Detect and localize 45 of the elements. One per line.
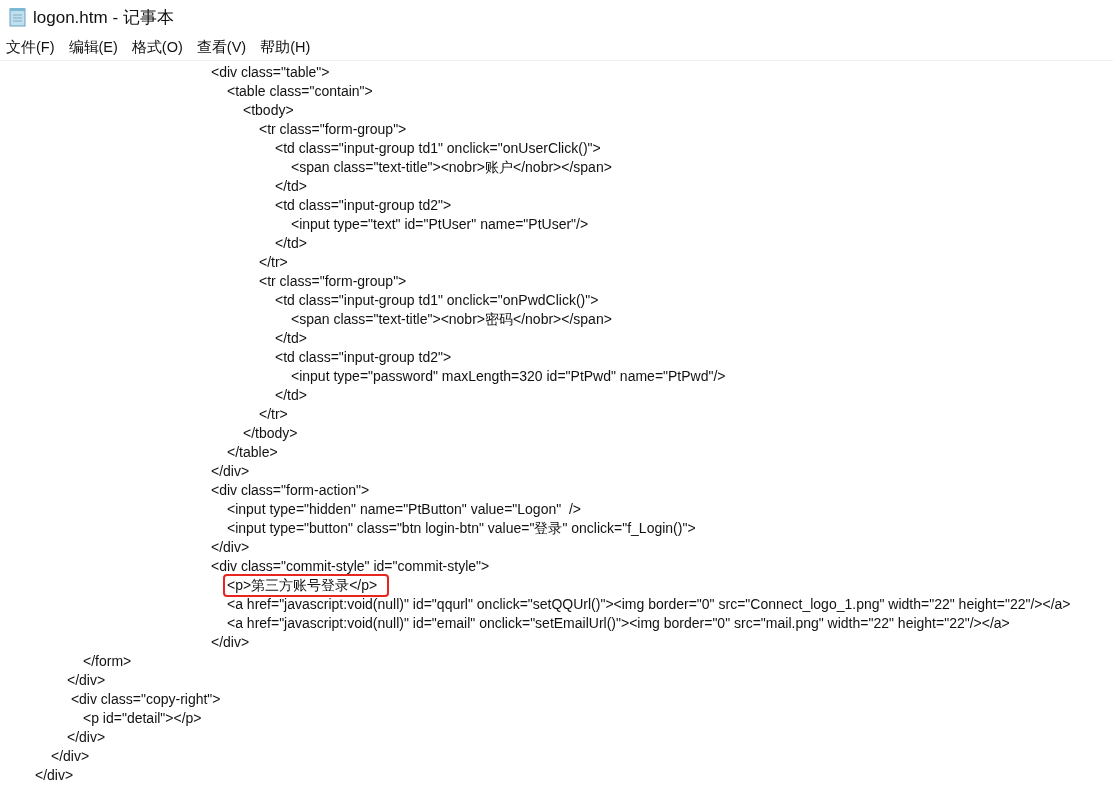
code-line: </tr>	[259, 405, 288, 424]
code-line: </tbody>	[243, 424, 298, 443]
code-line: <td class="input-group td1" onclick="onUserClick()">	[275, 139, 601, 158]
code-line: <span class="text-title"><nobr>密码</nobr></span>	[291, 310, 612, 329]
code-line: </td>	[275, 177, 307, 196]
code-line: </div>	[51, 747, 90, 766]
code-line: <tbody>	[243, 101, 294, 120]
code-line: <input type="password" maxLength=320 id="PtPwd" name="PtPwd"/>	[291, 367, 726, 386]
code-line: </form>	[83, 652, 132, 671]
code-line: <td class="input-group td2">	[275, 196, 452, 215]
notepad-icon	[9, 7, 27, 27]
window-title: logon.htm - 记事本	[33, 6, 174, 29]
code-line: </tr>	[259, 253, 288, 272]
code-line: <span class="text-title"><nobr>账户</nobr></span>	[291, 158, 612, 177]
code-line: <div class="table">	[211, 63, 330, 82]
code-line: <div class="copy-right">	[70, 690, 221, 709]
code-line: </table>	[227, 443, 278, 462]
code-line: </td>	[275, 234, 307, 253]
menu-item[interactable]: 编辑(E)	[68, 37, 118, 57]
code-line: <input type="hidden" name="PtButton" value="Logon" />	[227, 500, 582, 519]
code-line: </div>	[211, 633, 250, 652]
code-line: </div>	[67, 671, 106, 690]
code-line: <div class="commit-style" id="commit-style">	[211, 557, 490, 576]
code-line: <p>第三方账号登录</p>	[225, 576, 388, 595]
code-line: <input type="text" id="PtUser" name="PtUser"/>	[291, 215, 589, 234]
menu-item[interactable]: 查看(V)	[196, 37, 247, 57]
code-line: </div>	[35, 766, 74, 785]
code-line: <a href="javascript:void(null)" id="email" onclick="setEmailUrl()"><img border="0" src="mail.png" width="22" height="22"/></a>	[227, 614, 1010, 633]
code-line: <td class="input-group td1" onclick="onPwdClick()">	[275, 291, 599, 310]
code-line: </div>	[211, 462, 250, 481]
code-line: </td>	[275, 386, 307, 405]
code-line: <p id="detail"></p>	[83, 709, 202, 728]
code-line: </div>	[67, 728, 106, 747]
code-line: <input type="button" class="btn login-btn" value="登录" onclick="f_Login()">	[227, 519, 696, 538]
code-line: </td>	[275, 329, 307, 348]
code-line: <tr class="form-group">	[259, 272, 407, 291]
code-line: <tr class="form-group">	[259, 120, 407, 139]
menu-item[interactable]: 格式(O)	[131, 37, 183, 57]
code-line: </div>	[211, 538, 250, 557]
code-line: <div class="form-action">	[211, 481, 370, 500]
menu-item[interactable]: 文件(F)	[6, 37, 55, 57]
code-line: <table class="contain">	[227, 82, 373, 101]
menu-item[interactable]: 帮助(H)	[260, 37, 311, 57]
code-line: <td class="input-group td2">	[275, 348, 452, 367]
code-line: <a href="javascript:void(null)" id="qqurl" onclick="setQQUrl()"><img border="0" src="Connect_logo_1.png" width="22" height="22"/></a>	[227, 595, 1071, 614]
